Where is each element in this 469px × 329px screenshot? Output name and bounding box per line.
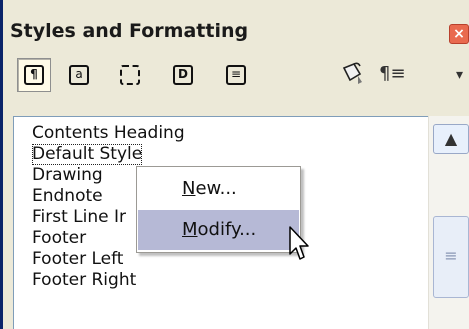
list-item[interactable]: First Line Ir xyxy=(32,207,126,228)
frame-styles-icon xyxy=(120,65,140,85)
new-style-from-selection-icon[interactable]: ¶≡ xyxy=(379,63,406,84)
scroll-thumb[interactable]: ≡ xyxy=(433,216,469,298)
list-item[interactable]: Footer Left xyxy=(32,249,123,270)
paragraph-styles-button[interactable]: ¶ xyxy=(17,58,51,92)
styles-and-formatting-window: Styles and Formatting × ¶ a D ≡ ¶≡ ▾ Con… xyxy=(0,0,469,329)
page-styles-icon: D xyxy=(173,65,193,85)
menu-item-new-label: New... xyxy=(182,178,237,199)
character-styles-icon: a xyxy=(69,65,89,85)
list-item[interactable]: Endnote xyxy=(32,186,103,207)
close-button[interactable]: × xyxy=(449,24,469,44)
character-styles-button[interactable]: a xyxy=(62,58,96,92)
list-item[interactable]: Drawing xyxy=(32,165,103,186)
list-item[interactable]: Footer xyxy=(32,228,86,249)
fill-format-mode-button[interactable] xyxy=(336,58,370,92)
chevron-down-icon[interactable]: ▾ xyxy=(456,67,463,83)
list-item[interactable]: Footer Right xyxy=(32,270,136,291)
list-styles-icon: ≡ xyxy=(226,65,246,85)
page-styles-button[interactable]: D xyxy=(166,58,200,92)
scroll-up-button[interactable]: ▲ xyxy=(433,124,469,154)
list-styles-button[interactable]: ≡ xyxy=(219,58,253,92)
paint-bucket-icon xyxy=(342,62,362,84)
menu-item-new[interactable]: New... xyxy=(138,169,299,209)
style-category-toolbar: ¶ a D ≡ ¶≡ ▾ xyxy=(6,49,469,111)
context-menu: New... Modify... xyxy=(136,166,301,253)
menu-item-modify-label: Modify... xyxy=(182,219,257,240)
paragraph-styles-icon: ¶ xyxy=(24,65,44,85)
chevron-up-icon: ▲ xyxy=(444,129,458,148)
grip-icon: ≡ xyxy=(444,246,458,265)
list-item-selected[interactable]: Default Style xyxy=(32,144,143,165)
panel-titlebar: Styles and Formatting × xyxy=(6,16,469,49)
menu-item-modify[interactable]: Modify... xyxy=(138,210,299,250)
panel-title: Styles and Formatting xyxy=(10,20,249,42)
vertical-scrollbar[interactable]: ▲ ≡ xyxy=(428,116,469,329)
list-item[interactable]: Contents Heading xyxy=(32,123,185,144)
frame-styles-button[interactable] xyxy=(113,58,147,92)
mouse-pointer-icon xyxy=(289,226,309,260)
close-icon: × xyxy=(453,26,465,42)
